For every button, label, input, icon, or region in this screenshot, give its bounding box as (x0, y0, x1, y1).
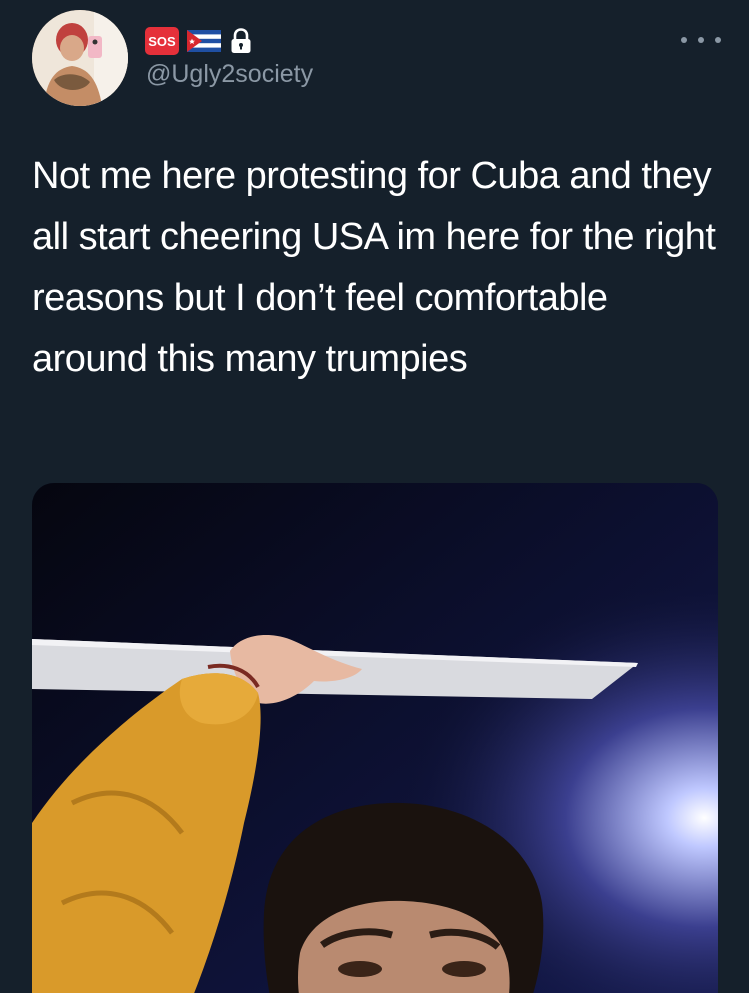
tweet-photo[interactable] (32, 483, 718, 993)
tweet-text: Not me here protesting for Cuba and they… (32, 155, 716, 380)
cuba-flag-icon (187, 30, 221, 52)
author-badges: SOS (145, 26, 253, 56)
sos-icon: SOS (145, 27, 179, 55)
author-handle[interactable]: @Ugly2society (146, 59, 313, 89)
tweet: SOS @Ugly2society Not me here protesting… (0, 0, 749, 993)
more-horizontal-icon[interactable] (681, 30, 721, 50)
avatar[interactable] (32, 10, 128, 106)
lock-icon (231, 28, 251, 53)
